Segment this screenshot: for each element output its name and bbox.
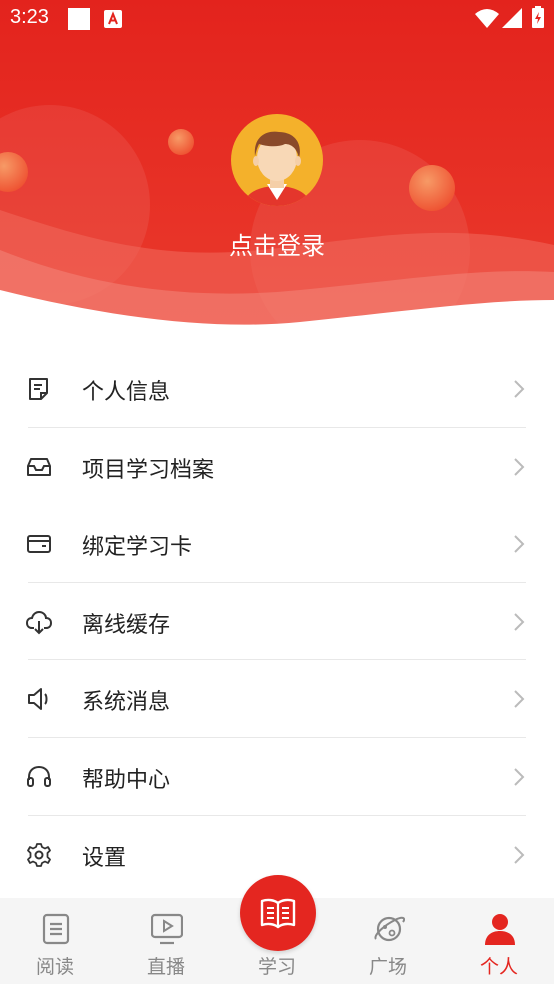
avatar[interactable] [231, 114, 323, 206]
chevron-right-icon [514, 535, 525, 553]
status-bar: 3:23 [0, 0, 554, 38]
battery-icon [532, 6, 544, 28]
tab-reading[interactable]: 阅读 [0, 898, 110, 984]
chevron-right-icon [514, 613, 525, 631]
profile-header: 3:23 点击登录 [0, 0, 554, 330]
menu-item-help-center[interactable]: 帮助中心 [0, 738, 554, 816]
tab-label: 学习 [257, 956, 296, 978]
tab-label: 阅读 [35, 956, 74, 978]
chevron-right-icon [514, 457, 525, 476]
person-icon [485, 914, 515, 945]
reading-list-icon [42, 913, 70, 945]
menu-item-label: 个人信息 [82, 380, 171, 405]
headset-icon [27, 765, 51, 787]
chevron-right-icon [514, 845, 525, 864]
menu-item-study-archive[interactable]: 项目学习档案 [0, 428, 554, 506]
card-icon [27, 535, 51, 554]
menu-item-label: 设置 [82, 845, 127, 871]
tab-label: 个人 [479, 956, 518, 978]
signal-icon [502, 8, 522, 28]
notification-square-icon [68, 8, 90, 30]
menu-item-label: 帮助中心 [82, 767, 171, 793]
tv-play-icon [151, 913, 183, 945]
menu-item-bind-card[interactable]: 绑定学习卡 [0, 505, 554, 583]
menu-item-label: 绑定学习卡 [82, 535, 193, 561]
status-time: 3:23 [10, 6, 49, 28]
tab-square[interactable]: 广场 [333, 898, 443, 984]
tab-label: 直播 [146, 956, 185, 978]
open-book-icon [260, 898, 296, 929]
chevron-right-icon [514, 380, 525, 398]
menu-item-offline-cache[interactable]: 离线缓存 [0, 583, 554, 661]
cloud-download-icon [26, 610, 52, 635]
wifi-icon [475, 9, 499, 28]
user-avatar-icon [243, 131, 311, 206]
menu-item-label: 项目学习档案 [82, 457, 215, 483]
document-icon [29, 378, 48, 400]
tab-personal[interactable]: 个人 [444, 898, 554, 984]
settings-menu: 个人信息 项目学习档案 绑定学习卡 离线缓存 系统消息 帮助中心 设置 [0, 350, 554, 893]
inbox-tray-icon [27, 457, 51, 476]
chevron-right-icon [514, 768, 525, 786]
planet-icon [374, 916, 405, 942]
speaker-icon [28, 688, 48, 711]
menu-item-label: 离线缓存 [82, 612, 171, 638]
login-link[interactable]: 点击登录 [0, 226, 554, 261]
menu-item-personal-info[interactable]: 个人信息 [0, 350, 554, 428]
tab-label: 广场 [368, 956, 407, 978]
tab-live[interactable]: 直播 [111, 898, 221, 984]
chevron-right-icon [514, 690, 525, 709]
menu-item-system-messages[interactable]: 系统消息 [0, 660, 554, 738]
study-center-button[interactable] [240, 875, 316, 951]
gear-icon [27, 842, 51, 867]
app-notification-icon [104, 10, 122, 28]
menu-item-label: 系统消息 [82, 690, 171, 716]
